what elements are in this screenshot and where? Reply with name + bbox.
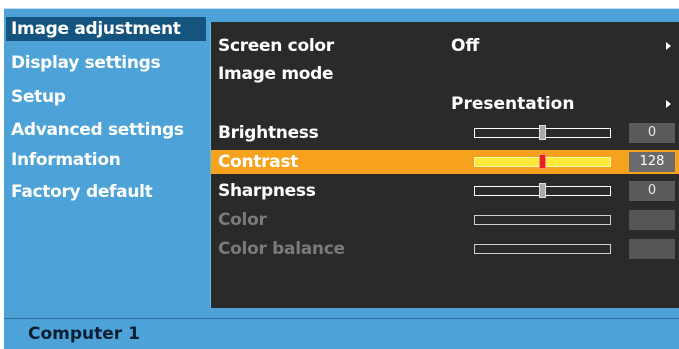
brightness-slider[interactable] (474, 125, 611, 140)
contrast-slider[interactable] (474, 154, 611, 169)
color-label: Color (218, 210, 267, 230)
image-mode-label: Image mode (218, 64, 334, 84)
screen-color-label: Screen color (218, 36, 334, 56)
right-arrow-icon[interactable] (666, 42, 671, 50)
color-balance-slider (474, 244, 611, 254)
sharpness-label: Sharpness (218, 181, 316, 201)
contrast-slider-knob[interactable] (539, 154, 546, 169)
menu-item-advanced-settings[interactable]: Advanced settings (6, 118, 206, 142)
color-balance-value (629, 239, 675, 259)
brightness-label: Brightness (218, 123, 319, 143)
input-source-label: Computer 1 (28, 324, 140, 344)
brightness-row[interactable]: Brightness 0 (211, 121, 679, 145)
menu-item-setup[interactable]: Setup (6, 85, 206, 109)
image-mode-value: Presentation (451, 94, 575, 114)
sharpness-value: 0 (629, 181, 675, 201)
menu-item-information[interactable]: Information (6, 148, 206, 172)
contrast-row[interactable]: Contrast 128 (211, 150, 679, 174)
image-mode-row: Image mode (211, 62, 679, 86)
contrast-label: Contrast (218, 152, 299, 172)
brightness-slider-knob[interactable] (539, 125, 546, 140)
menu-item-display-settings[interactable]: Display settings (6, 51, 206, 75)
left-menu: Image adjustment Display settings Setup … (4, 9, 209, 319)
sharpness-slider[interactable] (474, 183, 611, 198)
settings-panel: Screen color Off Image mode Presentation… (210, 22, 679, 308)
menu-item-image-adjustment[interactable]: Image adjustment (6, 17, 206, 41)
projector-osd-menu: Image adjustment Display settings Setup … (4, 8, 679, 319)
menu-item-factory-default[interactable]: Factory default (6, 180, 206, 204)
brightness-value: 0 (629, 123, 675, 143)
sharpness-slider-knob[interactable] (539, 183, 546, 198)
image-mode-value-row[interactable]: Presentation (211, 92, 679, 116)
color-value (629, 210, 675, 230)
contrast-value: 128 (629, 152, 675, 172)
sharpness-row[interactable]: Sharpness 0 (211, 179, 679, 203)
right-arrow-icon[interactable] (666, 100, 671, 108)
screen-color-row[interactable]: Screen color Off (211, 34, 679, 58)
color-row: Color (211, 208, 679, 232)
color-balance-row: Color balance (211, 237, 679, 261)
color-balance-label: Color balance (218, 239, 345, 259)
color-slider (474, 215, 611, 225)
top-edge (0, 0, 679, 8)
status-bar: Computer 1 (4, 318, 679, 349)
screen-color-value: Off (451, 36, 480, 56)
